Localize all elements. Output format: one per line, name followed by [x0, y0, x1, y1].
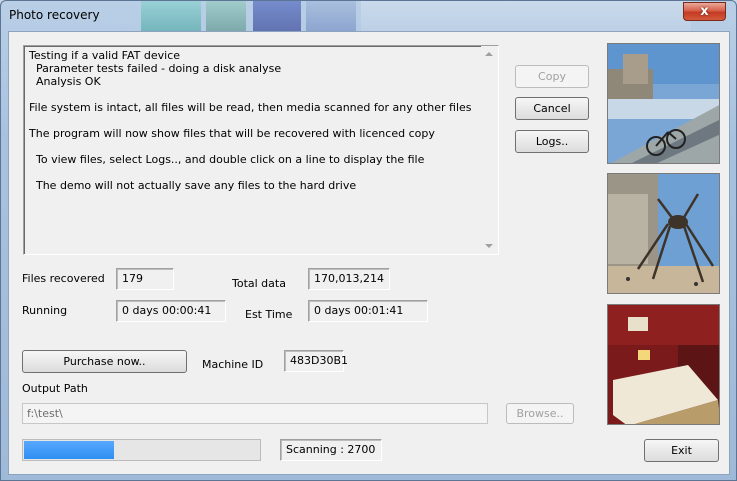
scroll-up-icon[interactable]: [485, 52, 493, 56]
files-recovered-field: 179: [116, 268, 174, 290]
exit-button[interactable]: Exit: [644, 439, 719, 462]
scan-progress-bar: [22, 439, 261, 461]
est-time-label: Est Time: [245, 308, 293, 321]
cancel-button[interactable]: Cancel: [515, 97, 589, 120]
title-bar-decoration: [206, 1, 246, 31]
dialog-body: Testing if a valid FAT device Parameter …: [8, 31, 730, 475]
total-data-label: Total data: [232, 277, 286, 290]
log-line: Analysis OK: [29, 75, 101, 88]
title-bar-decoration: [361, 1, 691, 31]
vertical-scrollbar[interactable]: [481, 46, 498, 254]
close-button[interactable]: x: [683, 2, 726, 21]
machine-id-field: 483D30B1: [284, 350, 348, 372]
scroll-down-icon[interactable]: [485, 244, 493, 248]
log-line: The demo will not actually save any file…: [29, 179, 357, 192]
log-line: Testing if a valid FAT device: [29, 49, 181, 62]
bicycle-riverside-photo: [607, 43, 720, 164]
progress-fill: [24, 441, 115, 459]
files-recovered-label: Files recovered: [22, 272, 105, 285]
log-textbox[interactable]: Testing if a valid FAT device Parameter …: [23, 45, 499, 255]
hotel-room-photo: [607, 304, 720, 425]
log-line: File system is intact, all files will be…: [29, 101, 472, 114]
window-title: Photo recovery: [9, 8, 100, 22]
title-bar-decoration: [253, 1, 301, 31]
title-bar[interactable]: Photo recovery x: [1, 1, 736, 31]
purchase-button[interactable]: Purchase now..: [22, 350, 187, 373]
log-line: Parameter tests failed - doing a disk an…: [29, 62, 282, 75]
title-bar-decoration: [141, 1, 201, 31]
output-path-label: Output Path: [22, 382, 88, 395]
est-time-field: 0 days 00:01:41: [308, 300, 428, 322]
logs-button[interactable]: Logs..: [515, 130, 589, 153]
output-path-input[interactable]: f:\test\: [22, 403, 488, 424]
running-label: Running: [22, 304, 68, 317]
app-window: Photo recovery x Testing if a valid FAT …: [0, 0, 737, 481]
scan-status-field: Scanning : 2700: [280, 439, 382, 461]
log-line: The program will now show files that wil…: [29, 127, 435, 140]
running-time-field: 0 days 00:00:41: [116, 300, 226, 322]
title-bar-decoration: [306, 1, 356, 31]
copy-button[interactable]: Copy: [515, 65, 589, 88]
machine-id-label: Machine ID: [202, 358, 264, 371]
spider-sculpture-photo: [607, 173, 720, 294]
close-icon: x: [700, 4, 709, 19]
total-data-field: 170,013,214: [308, 268, 390, 290]
browse-button[interactable]: Browse..: [506, 403, 574, 424]
log-line: To view files, select Logs.., and double…: [29, 153, 425, 166]
